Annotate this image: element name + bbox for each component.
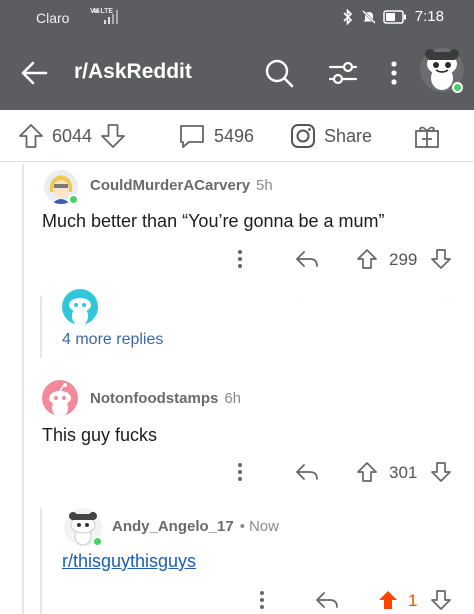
comment-2-votes: 301: [389, 463, 418, 482]
comment-1-online-dot: [68, 194, 79, 205]
share-label: Share: [324, 125, 373, 146]
thread-line-level2b: [40, 508, 42, 614]
comment-3-votes: 1: [408, 591, 418, 610]
comment-1-upvote-icon[interactable]: [356, 248, 378, 270]
search-icon[interactable]: [262, 56, 296, 90]
comment-2-downvote-icon[interactable]: [430, 461, 452, 483]
signal-icon: [104, 10, 118, 24]
comment-1-age: 5h: [256, 177, 273, 194]
comment-1-author[interactable]: CouldMurderACarvery: [90, 177, 250, 194]
thread-line-level1: [22, 164, 24, 614]
faded-text-fragment: . . ..: [108, 298, 453, 304]
comment-2-avatar[interactable]: [42, 380, 78, 416]
comment-3-upvote-icon[interactable]: [377, 589, 399, 611]
network-sub: 46: [92, 8, 100, 15]
comment-3-reply-icon[interactable]: [314, 589, 340, 611]
comment-3-age: Now: [248, 518, 279, 535]
post-vote-group: 6044: [18, 122, 126, 150]
award-gift-icon[interactable]: [414, 123, 440, 149]
snoo-avatar-icon: [69, 298, 91, 325]
clock: 7:18: [414, 8, 444, 25]
comment-2-author[interactable]: Notonfoodstamps: [90, 390, 218, 407]
online-status-dot: [452, 82, 463, 93]
back-arrow-icon[interactable]: [18, 56, 52, 90]
comment-2-age: 6h: [224, 390, 242, 407]
comment-1-votes: 299: [389, 250, 418, 269]
top-bar: Claro Vo LTE 46 7:18 r/AskReddit: [0, 0, 474, 110]
post-upvote-count: 6044: [52, 125, 93, 146]
post-action-bar: 6044 5496 Share: [0, 110, 474, 162]
comment-2-body: This guy fucks: [42, 425, 158, 445]
bluetooth-icon: [343, 8, 352, 25]
comment-3-separator: •: [239, 518, 245, 535]
filter-icon[interactable]: [326, 58, 360, 88]
comment-1-downvote-icon[interactable]: [430, 248, 452, 270]
comment-3-downvote-icon[interactable]: [430, 589, 452, 611]
user-avatar[interactable]: [418, 44, 466, 94]
battery-icon: [383, 9, 406, 24]
subreddit-title[interactable]: r/AskReddit: [74, 60, 192, 84]
thread-line-level2a: [40, 296, 42, 358]
more-vertical-icon[interactable]: [384, 58, 404, 88]
share-button[interactable]: Share: [290, 122, 372, 150]
comment-1-reply-icon[interactable]: [294, 248, 320, 270]
comment-2-more-icon[interactable]: [232, 461, 248, 483]
post-comment-count: 5496: [214, 125, 255, 146]
comment-3-more-icon[interactable]: [254, 589, 270, 611]
subreddit-link[interactable]: r/thisguythisguys: [62, 551, 196, 571]
comment-3-online-dot: [92, 536, 103, 547]
comment-3-header: Andy_Angelo_17 • Now: [112, 518, 279, 535]
comment-1-body: Much better than “You’re gonna be a mum”: [42, 211, 385, 231]
comment-1-header: CouldMurderACarvery 5h: [90, 177, 273, 194]
snoo-avatar-icon: [49, 383, 71, 416]
status-right: 7:18: [341, 8, 444, 25]
status-bar: Claro Vo LTE 46 7:18: [0, 0, 474, 34]
comment-2-upvote-icon[interactable]: [356, 461, 378, 483]
comment-bubble-icon: [180, 125, 204, 148]
downvote-icon[interactable]: [100, 123, 126, 149]
app-bar: r/AskReddit: [0, 44, 474, 102]
mute-bell-icon: [361, 9, 376, 24]
collapsed-reply-avatar: [62, 289, 98, 325]
comments-button[interactable]: 5496: [178, 122, 254, 150]
comment-3-author[interactable]: Andy_Angelo_17: [112, 518, 234, 535]
comment-3-body: r/thisguythisguys: [62, 551, 196, 572]
carrier-name: Claro: [36, 10, 70, 26]
more-replies-link[interactable]: 4 more replies: [62, 331, 163, 349]
upvote-icon[interactable]: [18, 123, 44, 149]
instagram-icon: [291, 124, 315, 148]
comment-2-reply-icon[interactable]: [294, 461, 320, 483]
comment-1-more-icon[interactable]: [232, 248, 248, 270]
comment-2-header: Notonfoodstamps 6h: [90, 390, 241, 407]
